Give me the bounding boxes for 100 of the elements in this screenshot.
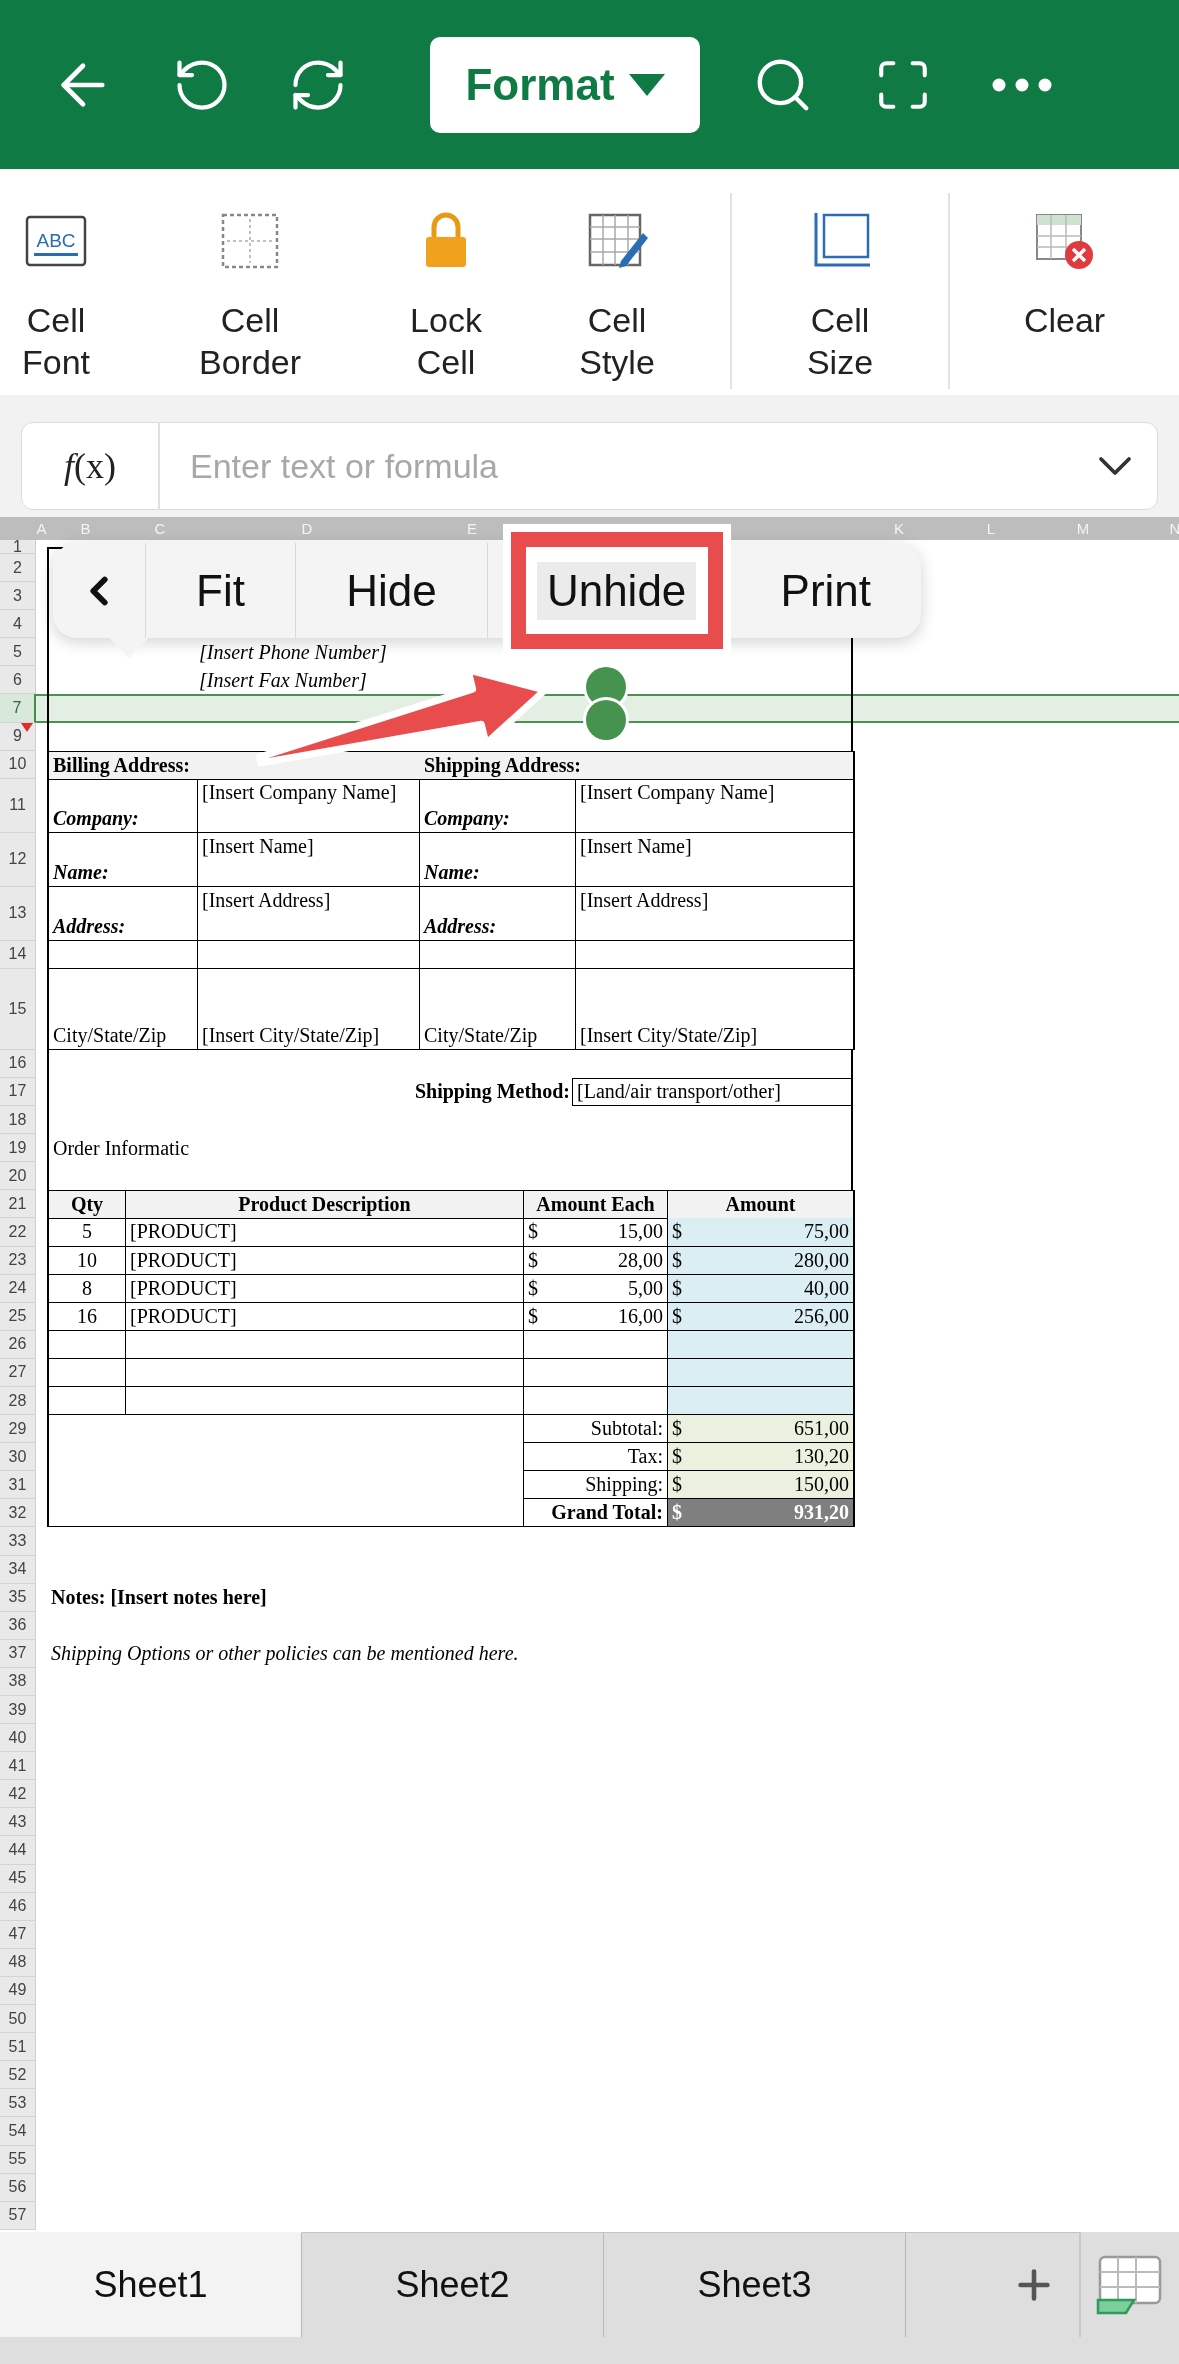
table-cell: [Land/air transport/other]: [572, 1077, 851, 1107]
menu-item[interactable]: Fit: [168, 547, 273, 634]
table-cell: [Insert Name]: [198, 832, 420, 887]
row-number: 50: [0, 2005, 36, 2034]
cell-text: Order Informatic: [52, 1136, 190, 1160]
row-number: 40: [0, 1724, 36, 1753]
row-number: 11: [0, 778, 36, 833]
note-text: Notes: [Insert notes here]: [50, 1586, 267, 1610]
row-number: 24: [0, 1274, 36, 1303]
currency-symbol: $: [528, 1248, 538, 1272]
column-heading: Amount Each: [524, 1191, 668, 1220]
row-number: 16: [0, 1049, 36, 1078]
table-cell: [Insert Address]: [198, 886, 420, 941]
cell-value: 28,00: [618, 1248, 663, 1272]
row-number: 7: [0, 694, 36, 723]
row-number: 52: [0, 2061, 36, 2090]
row-number: 38: [0, 1667, 36, 1696]
table-cell: City/State/Zip: [49, 968, 198, 1050]
ribbon-button[interactable]: Cell Border: [112, 169, 388, 383]
hidden-row-marker: [21, 722, 33, 732]
menu-item[interactable]: Print: [752, 547, 900, 634]
ribbon-button[interactable]: Clear: [950, 169, 1179, 341]
cell-text: Shipping Method:: [413, 1080, 571, 1104]
table-cell: 8: [49, 1274, 126, 1303]
row-number: 32: [0, 1499, 36, 1528]
row-number: 55: [0, 2145, 36, 2174]
row-number: 48: [0, 1948, 36, 1977]
row-number: 54: [0, 2117, 36, 2146]
row-number: 53: [0, 2089, 36, 2118]
cell-value: 75,00: [804, 1220, 849, 1244]
row-number: 29: [0, 1415, 36, 1444]
table-cell: [PRODUCT]: [126, 1246, 524, 1275]
row-number: 2: [0, 554, 36, 583]
cell-text: [Insert Phone Number]: [198, 640, 387, 664]
column-heading: Qty: [49, 1191, 126, 1220]
row-number: 27: [0, 1358, 36, 1387]
row-number: 21: [0, 1190, 36, 1219]
currency-symbol: $: [672, 1473, 682, 1497]
formula-field[interactable]: f(x) Enter text or formula: [21, 422, 1158, 510]
sheet-tab[interactable]: Sheet1: [0, 2232, 302, 2337]
row-number: 34: [0, 1555, 36, 1584]
more-icon: [992, 77, 1052, 92]
table-cell: Name:: [49, 832, 198, 887]
row-number: 41: [0, 1752, 36, 1781]
table-cell: [Insert Company Name]: [576, 778, 855, 833]
row-number: 51: [0, 2033, 36, 2062]
table-cell: Address:: [420, 886, 576, 941]
cell-value: 280,00: [794, 1248, 849, 1272]
row-number: 6: [0, 666, 36, 695]
table-cell: Address:: [49, 886, 198, 941]
table-cell: City/State/Zip: [420, 968, 576, 1050]
ribbon-button[interactable]: Lock Cell: [388, 169, 504, 383]
row-number: 9: [0, 722, 36, 751]
cell-value: 931,20: [794, 1501, 849, 1525]
row-number: 5: [0, 638, 36, 667]
row-number: 56: [0, 2173, 36, 2202]
function-label[interactable]: f(x): [22, 445, 158, 487]
column-heading: Product Description: [126, 1191, 524, 1220]
currency-symbol: $: [672, 1220, 682, 1244]
currency-symbol: $: [528, 1220, 538, 1244]
cell-value: 5,00: [628, 1276, 663, 1300]
caret-icon: [628, 73, 665, 96]
format-menu-button[interactable]: Format: [430, 36, 700, 133]
row-number: 28: [0, 1386, 36, 1416]
row-number: 13: [0, 886, 36, 941]
cell-text: [Insert Fax Number]: [198, 668, 367, 692]
cell-value: 651,00: [794, 1417, 849, 1441]
cell-value: 150,00: [794, 1473, 849, 1497]
section-heading: Shipping Address:: [420, 751, 855, 780]
row-number: 12: [0, 832, 36, 887]
ribbon-button[interactable]: Cell Size: [732, 169, 948, 383]
ribbon-button[interactable]: Cell Style: [504, 169, 730, 383]
row-number: 23: [0, 1246, 36, 1275]
ribbon-button[interactable]: ABC Cell Font: [0, 169, 112, 383]
row-number: 44: [0, 1836, 36, 1865]
row-number: 4: [0, 610, 36, 639]
policy-text: Shipping Options or other policies can be mentioned here.: [50, 1642, 519, 1666]
more-button[interactable]: [992, 77, 1052, 92]
row-number: 10: [0, 750, 36, 779]
row-number: 49: [0, 1976, 36, 2006]
row-number: 39: [0, 1696, 36, 1725]
menu-item[interactable]: Hide: [318, 547, 465, 634]
row-number: 25: [0, 1302, 36, 1331]
table-cell: [Insert Name]: [576, 832, 855, 887]
sheet-tab[interactable]: Sheet3: [604, 2232, 906, 2337]
row-number: 19: [0, 1134, 36, 1163]
currency-symbol: $: [672, 1445, 682, 1469]
table-cell: [PRODUCT]: [126, 1218, 524, 1247]
row-number: 33: [0, 1527, 36, 1556]
table-cell: [Insert Address]: [576, 886, 855, 941]
row-number: 1: [0, 540, 36, 554]
row-number: 20: [0, 1162, 36, 1191]
row-number: 42: [0, 1780, 36, 1809]
table-cell: [Insert City/State/Zip]: [198, 968, 420, 1050]
sheet-tab[interactable]: Sheet2: [302, 2232, 604, 2337]
selection-handle[interactable]: [586, 700, 626, 741]
row-number: 45: [0, 1864, 36, 1893]
cell-value: 40,00: [804, 1276, 849, 1300]
row-number: 31: [0, 1471, 36, 1500]
row-number: 47: [0, 1920, 36, 1949]
